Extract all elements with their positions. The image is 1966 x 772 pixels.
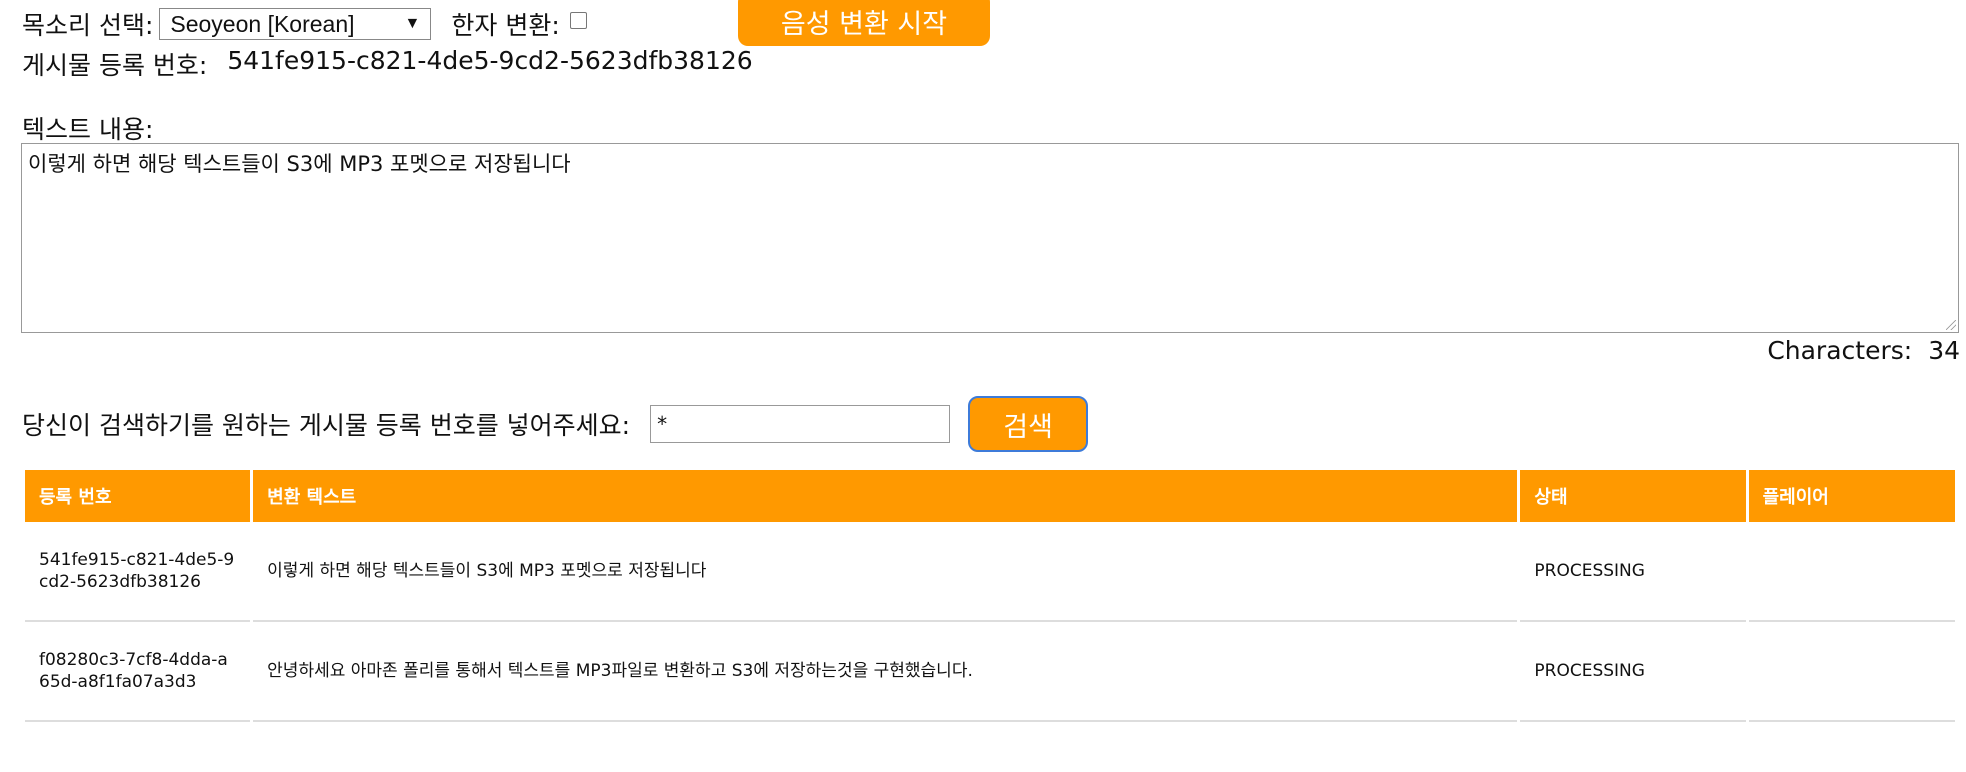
row-status: PROCESSING [1520,522,1746,622]
table-row: 541fe915-c821-4de5-9cd2-5623dfb38126 이렇게… [25,522,1955,622]
voice-select-value: Seoyeon [Korean] [170,10,355,37]
chevron-down-icon: ▼ [404,15,421,32]
post-id-value: 541fe915-c821-4de5-9cd2-5623dfb38126 [227,46,753,75]
search-label: 당신이 검색하기를 원하는 게시물 등록 번호를 넣어주세요: [22,411,631,440]
header-player: 플레이어 [1748,470,1955,522]
hanja-label: 한자 변환: [451,11,560,40]
resize-grip-icon[interactable] [1946,320,1956,330]
voice-select[interactable]: Seoyeon [Korean] ▼ [159,8,432,40]
text-content-label: 텍스트 내용: [22,115,154,144]
character-count-value: 34 [1928,336,1960,365]
post-id-label: 게시물 등록 번호: [22,51,208,80]
search-input[interactable]: * [650,405,951,443]
header-converted-text: 변환 텍스트 [253,470,1518,522]
character-count: Characters: 34 [1767,336,1960,365]
voice-controls-row: 목소리 선택: Seoyeon [Korean] ▼ 한자 변환: [22,4,587,44]
character-count-label: Characters: [1767,336,1913,365]
search-button[interactable]: 검색 [968,396,1089,452]
row-post-id: f08280c3-7cf8-4dda-a65d-a8f1fa07a3d3 [25,622,251,722]
text-content-value: 이렇게 하면 해당 텍스트들이 S3에 MP3 포멧으로 저장됩니다 [28,152,571,176]
row-text: 안녕하세요 아마존 폴리를 통해서 텍스트를 MP3파일로 변환하고 S3에 저… [253,622,1518,722]
text-content-textarea[interactable]: 이렇게 하면 해당 텍스트들이 S3에 MP3 포멧으로 저장됩니다 [21,143,1959,333]
start-conversion-button[interactable]: 음성 변환 시작 [738,0,990,46]
row-player [1748,522,1955,622]
search-row: 당신이 검색하기를 원하는 게시물 등록 번호를 넣어주세요: * 검색 [22,396,1089,452]
voice-select-label: 목소리 선택: [22,11,154,40]
row-status: PROCESSING [1520,622,1746,722]
table-row: f08280c3-7cf8-4dda-a65d-a8f1fa07a3d3 안녕하… [25,622,1955,722]
results-table: 등록 번호 변환 텍스트 상태 플레이어 541fe915-c821-4de5-… [22,470,1958,722]
header-post-id: 등록 번호 [25,470,251,522]
row-player [1748,622,1955,722]
header-status: 상태 [1520,470,1746,522]
hanja-checkbox[interactable] [569,11,587,29]
table-header-row: 등록 번호 변환 텍스트 상태 플레이어 [25,470,1955,522]
post-id-row: 게시물 등록 번호: 541fe915-c821-4de5-9cd2-5623d… [22,46,753,82]
row-post-id: 541fe915-c821-4de5-9cd2-5623dfb38126 [25,522,251,622]
row-text: 이렇게 하면 해당 텍스트들이 S3에 MP3 포멧으로 저장됩니다 [253,522,1518,622]
